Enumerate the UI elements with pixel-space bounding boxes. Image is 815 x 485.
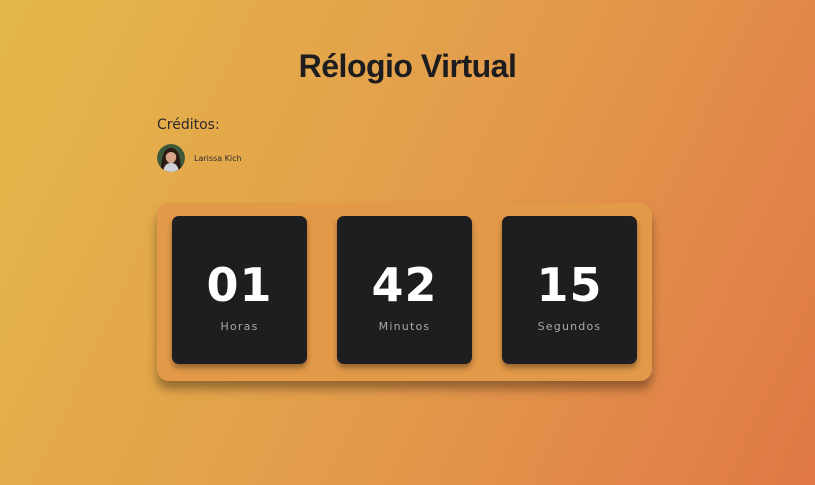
seconds-label: Segundos <box>537 320 602 333</box>
avatar-photo-icon <box>157 144 185 172</box>
hours-label: Horas <box>220 320 259 333</box>
credit-author[interactable]: Larissa Kich <box>157 144 242 172</box>
page-title: Rélogio Virtual <box>298 48 517 84</box>
hours-value: 01 <box>206 258 273 312</box>
clock-panel: 01 Horas 42 Minutos 15 Segundos <box>157 203 652 381</box>
seconds-value: 15 <box>536 258 603 312</box>
hours-card: 01 Horas <box>172 216 307 364</box>
credits-label: Créditos: <box>157 117 220 133</box>
minutes-label: Minutos <box>378 320 431 333</box>
seconds-card: 15 Segundos <box>502 216 637 364</box>
avatar[interactable] <box>157 144 185 172</box>
author-name[interactable]: Larissa Kich <box>194 154 242 163</box>
minutes-card: 42 Minutos <box>337 216 472 364</box>
minutes-value: 42 <box>371 258 438 312</box>
